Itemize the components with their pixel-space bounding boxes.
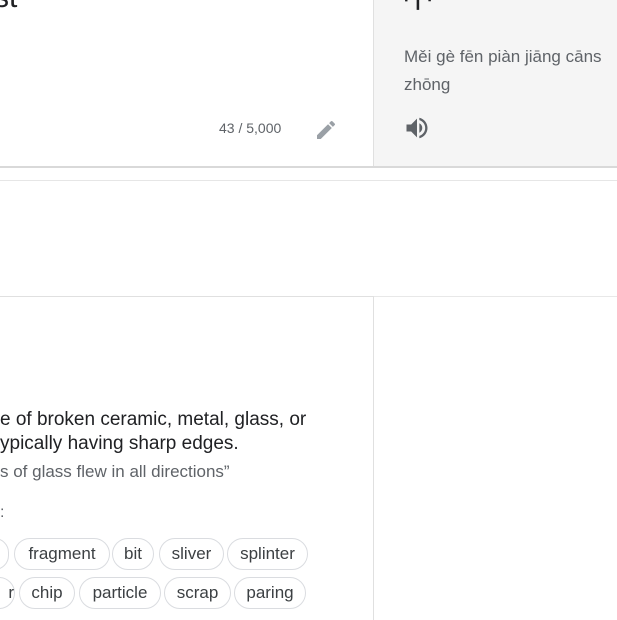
synonym-chip[interactable]: scrap xyxy=(164,577,231,609)
definition-line-1: e of broken ceramic, metal, glass, or xyxy=(0,409,307,430)
speaker-icon xyxy=(406,117,428,139)
synonym-chip[interactable]: fragment xyxy=(14,538,110,570)
definition-line-2: ypically having sharp edges. xyxy=(0,433,239,454)
synonyms-label: : xyxy=(0,504,5,521)
synonym-chip[interactable]: bit xyxy=(112,538,154,570)
character-count: 43 / 5,000 xyxy=(219,120,282,136)
dictionary-card-top-border xyxy=(0,296,374,297)
synonym-chip[interactable]: r xyxy=(0,577,15,609)
synonym-chip[interactable] xyxy=(0,538,9,570)
dictionary-card-right-border xyxy=(373,296,374,620)
source-text[interactable]: st xyxy=(0,0,17,16)
section-divider-right xyxy=(374,296,617,297)
synonym-chip[interactable]: chip xyxy=(19,577,75,609)
synonym-chip[interactable]: particle xyxy=(79,577,161,609)
synonym-chip[interactable]: sliver xyxy=(159,538,224,570)
synonym-chip[interactable]: splinter xyxy=(227,538,308,570)
edit-button[interactable] xyxy=(314,118,338,142)
romanization-line-1: Měi gè fēn piàn jiāng cāns xyxy=(404,47,602,66)
translated-text: 中 xyxy=(402,0,434,14)
section-divider xyxy=(0,180,617,181)
synonym-chip[interactable]: paring xyxy=(234,577,306,609)
romanization: Měi gè fēn piàn jiāng cāns zhōng xyxy=(404,43,617,99)
panel-divider xyxy=(373,0,374,167)
pencil-icon xyxy=(317,120,336,139)
panel-bottom-border xyxy=(0,166,617,168)
usage-example: s of glass flew in all directions” xyxy=(0,462,230,481)
romanization-line-2: zhōng xyxy=(404,75,451,94)
listen-button[interactable] xyxy=(402,114,432,142)
